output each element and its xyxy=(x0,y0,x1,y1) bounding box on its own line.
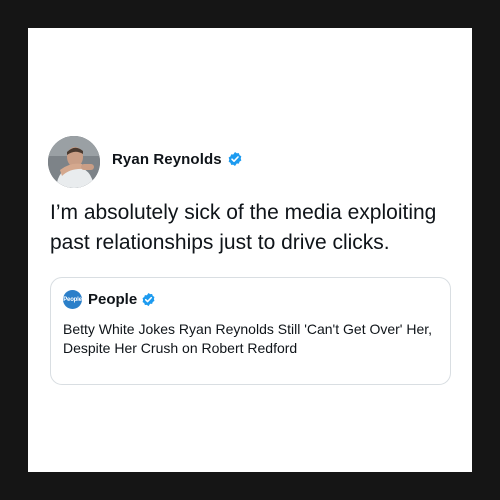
tweet-text: I’m absolutely sick of the media exploit… xyxy=(50,201,437,254)
author-avatar[interactable] xyxy=(48,136,100,188)
verified-badge-icon xyxy=(228,152,242,166)
quoted-tweet-header: People People xyxy=(63,290,156,309)
tweet-header: Ryan Reynolds xyxy=(48,126,243,198)
people-logo-icon: People xyxy=(63,290,82,309)
verified-badge-icon xyxy=(142,292,155,307)
avatar-photo-icon xyxy=(48,136,100,188)
tweet-card: Ryan Reynolds I’m absolutely sick of the… xyxy=(28,28,472,472)
author-name[interactable]: Ryan Reynolds xyxy=(112,151,222,168)
quoted-tweet[interactable]: People People Betty White Jokes Ryan Rey… xyxy=(50,277,451,385)
quoted-author-name[interactable]: People xyxy=(88,291,137,308)
quoted-tweet-text: Betty White Jokes Ryan Reynolds Still 'C… xyxy=(63,321,433,356)
author-row: Ryan Reynolds xyxy=(112,151,243,168)
